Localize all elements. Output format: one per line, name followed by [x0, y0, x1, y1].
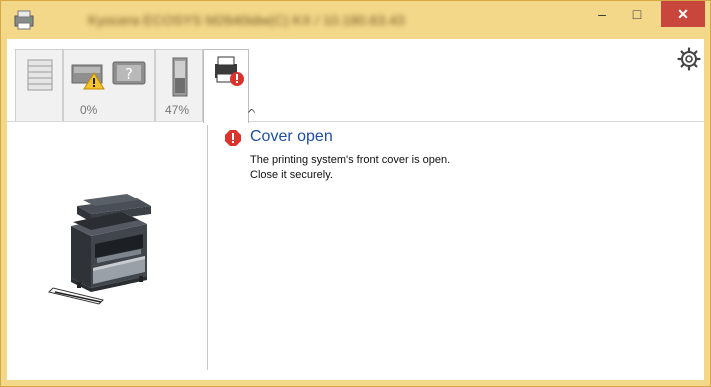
paper-stack-icon — [27, 59, 53, 91]
status-description-line-1: The printing system's front cover is ope… — [250, 154, 451, 166]
title-bar[interactable]: Kyocera ECOSYS M2640idw(C) KX / 10.180.6… — [1, 1, 710, 39]
paper-status-tab[interactable] — [15, 49, 63, 121]
printer-app-icon — [14, 10, 34, 30]
collapse-icon[interactable]: ᨈ — [248, 105, 257, 116]
toner-level-label: 0% — [80, 103, 98, 117]
waste-toner-icon — [172, 57, 188, 97]
minimize-button[interactable]: – — [587, 1, 617, 27]
status-description-line-2: Close it securely. — [250, 169, 333, 181]
window-title: Kyocera ECOSYS M2640idw(C) KX / 10.180.6… — [88, 12, 405, 28]
waste-toner-level-label: 47% — [165, 103, 190, 117]
printer-image — [48, 194, 151, 305]
pane-divider — [207, 125, 208, 370]
help-icon: ? — [112, 61, 146, 85]
waste-toner-status-tab[interactable]: 47% — [155, 49, 203, 121]
printer-error-icon — [215, 56, 244, 86]
main-content: ? 0% 47% ᨈ Cover open The printing syste… — [7, 39, 704, 380]
error-icon — [225, 130, 241, 146]
toner-warning-icon — [71, 64, 105, 90]
gear-icon[interactable] — [677, 47, 701, 71]
close-button[interactable]: ✕ — [661, 1, 705, 27]
svg-text:?: ? — [125, 65, 133, 83]
printer-preview-pane — [7, 122, 207, 380]
toner-status-tab[interactable]: ? 0% — [63, 49, 155, 121]
status-toolbar: ? 0% 47% ᨈ — [7, 39, 704, 123]
app-window: Kyocera ECOSYS M2640idw(C) KX / 10.180.6… — [0, 0, 711, 387]
status-title: Cover open — [250, 128, 333, 145]
printer-status-tab[interactable]: ᨈ — [203, 49, 257, 123]
maximize-button[interactable]: □ — [621, 1, 653, 27]
